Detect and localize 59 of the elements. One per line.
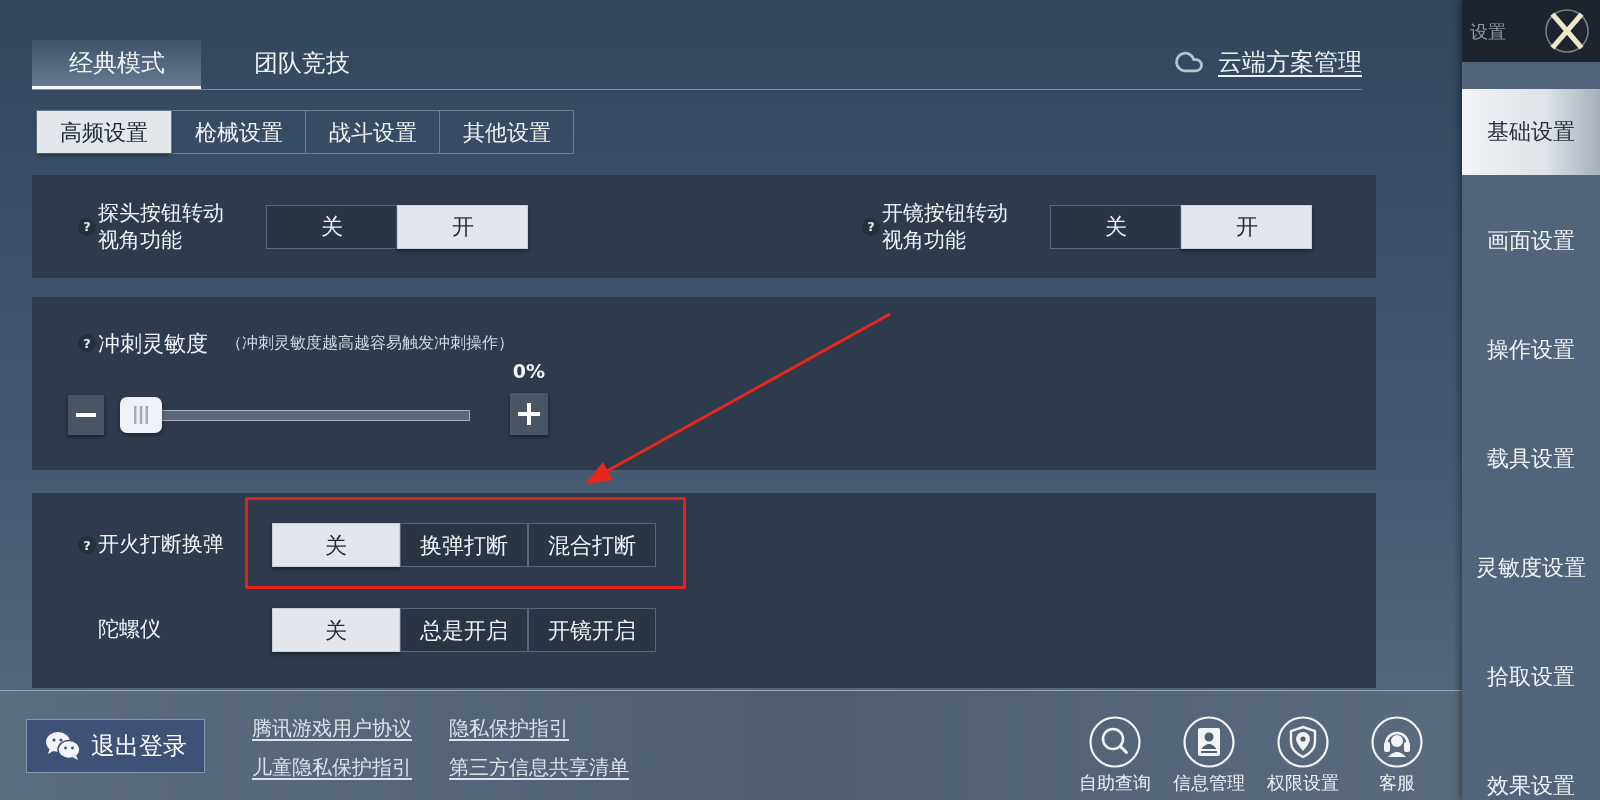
shield-pin-icon	[1277, 716, 1329, 768]
segment-option[interactable]: 总是开启	[400, 608, 528, 652]
quick-action[interactable]: 自助查询	[1068, 716, 1162, 794]
sidebar-item[interactable]: 基础设置	[1462, 89, 1600, 175]
setting-label: 冲刺灵敏度	[98, 329, 208, 358]
segment-option[interactable]: 关	[272, 608, 400, 652]
close-button[interactable]	[1544, 8, 1590, 54]
policy-link[interactable]: 儿童隐私保护指引	[252, 755, 412, 779]
segment-option[interactable]: 开	[397, 204, 529, 249]
segment-option[interactable]: 关	[266, 204, 398, 249]
slider-reading: 0%	[512, 360, 546, 382]
segment-option[interactable]: 换弹打断	[400, 523, 528, 567]
sub-tab[interactable]: 高频设置	[37, 111, 171, 153]
segment-option[interactable]: 开	[1181, 204, 1313, 249]
policy-link[interactable]: 隐私保护指引	[449, 716, 629, 740]
setting-label: 探头按钮转动视角功能	[98, 199, 225, 254]
quick-action[interactable]: 权限设置	[1256, 716, 1350, 794]
sidebar-item[interactable]: 操作设置	[1462, 307, 1600, 393]
slider-thumb[interactable]	[120, 397, 162, 433]
segment-option[interactable]: 关	[1050, 204, 1182, 249]
chat-bubbles-icon	[44, 731, 81, 761]
sub-tab[interactable]: 战斗设置	[305, 111, 439, 153]
help-mark[interactable]: ?	[78, 217, 96, 236]
grip-icon	[133, 406, 149, 424]
cloud-plan-link[interactable]: 云端方案管理	[1172, 40, 1362, 83]
sidebar-item[interactable]: 拾取设置	[1462, 634, 1600, 720]
decrease-button[interactable]	[68, 395, 104, 435]
minus-icon	[76, 413, 96, 417]
segment-option[interactable]: 混合打断	[528, 523, 656, 567]
quick-action[interactable]: 信息管理	[1162, 716, 1256, 794]
sidebar-item[interactable]: 效果设置	[1462, 743, 1600, 800]
segment-option[interactable]: 关	[272, 523, 400, 567]
policy-link[interactable]: 腾讯游戏用户协议	[252, 716, 412, 740]
segment-option[interactable]: 开镜开启	[528, 608, 656, 652]
plus-icon	[518, 403, 540, 425]
sub-tab[interactable]: 其他设置	[439, 111, 573, 153]
headset-icon	[1371, 716, 1423, 768]
close-icon	[1544, 8, 1590, 54]
id-card-icon	[1183, 716, 1235, 768]
slider-track[interactable]	[120, 397, 470, 433]
policy-link[interactable]: 第三方信息共享清单	[449, 755, 629, 779]
mode-tab[interactable]: 团队竞技	[217, 40, 386, 89]
increase-button[interactable]	[510, 393, 548, 435]
sidebar-item[interactable]: 画面设置	[1462, 198, 1600, 284]
setting-label: 开镜按钮转动视角功能	[882, 199, 1009, 254]
sidebar-item[interactable]: 载具设置	[1462, 416, 1600, 502]
setting-label: 陀螺仪	[98, 616, 162, 644]
quick-action[interactable]: 客服	[1350, 716, 1444, 794]
help-mark[interactable]: ?	[78, 334, 96, 352]
sub-tab[interactable]: 枪械设置	[171, 111, 305, 153]
help-mark[interactable]: ?	[78, 536, 96, 554]
sidebar-item[interactable]: 灵敏度设置	[1462, 525, 1600, 611]
setting-label: 开火打断换弹	[98, 531, 225, 559]
mode-tab[interactable]: 经典模式	[32, 40, 201, 89]
help-mark[interactable]: ?	[862, 217, 880, 236]
sidebar-title: 设置	[1470, 19, 1506, 44]
search-icon	[1089, 716, 1141, 768]
setting-hint: （冲刺灵敏度越高越容易触发冲刺操作）	[226, 332, 514, 354]
logout-button[interactable]: 退出登录	[26, 719, 205, 773]
